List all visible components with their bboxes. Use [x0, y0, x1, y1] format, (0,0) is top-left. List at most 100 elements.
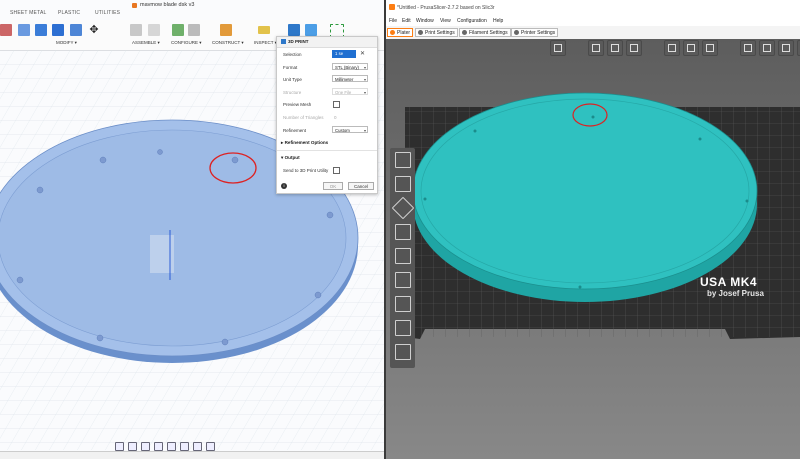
tab-plastic[interactable]: PLASTIC: [58, 10, 80, 16]
refinement-options-label: Refinement Options: [284, 140, 329, 145]
filament-icon: [462, 30, 467, 35]
structure-select: One File: [332, 88, 368, 96]
tab-print-settings[interactable]: Print Settings: [415, 28, 458, 37]
tab-sheet-metal[interactable]: SHEET METAL: [10, 10, 46, 16]
bed-maker-label: by Josef Prusa: [707, 289, 764, 298]
preview-mesh-label: Preview Mesh: [283, 102, 312, 107]
blade-disk-object[interactable]: [412, 92, 758, 302]
construct-menu[interactable]: CONSTRUCT ▾: [212, 40, 244, 46]
print-settings-icon: [418, 30, 423, 35]
3d-print-dialog: 3D PRINT Selection 1 se ✕ Format STL (Bi…: [276, 36, 378, 194]
arrange-icon[interactable]: [626, 40, 642, 56]
menu-file[interactable]: File: [389, 18, 397, 24]
ok-button[interactable]: OK: [323, 182, 343, 190]
triangles-value: 0: [334, 115, 337, 120]
format-label: Format: [283, 65, 298, 70]
3d-scene[interactable]: [385, 39, 800, 459]
configure-table-icon[interactable]: [172, 24, 184, 36]
document-icon: [132, 2, 137, 8]
info-icon[interactable]: i: [281, 183, 287, 189]
assemble-menu[interactable]: ASSEMBLE ▾: [132, 40, 160, 46]
modify-chamfer-icon[interactable]: [35, 24, 47, 36]
tab-plater[interactable]: Plater: [387, 28, 414, 37]
copy-icon[interactable]: [664, 40, 680, 56]
inspect-menu[interactable]: INSPECT ▾: [254, 40, 277, 46]
tab-printer-settings-label: Printer Settings: [521, 29, 556, 36]
layers-icon[interactable]: [759, 40, 775, 56]
assemble-as-built-icon[interactable]: [148, 24, 160, 36]
pan-icon[interactable]: [141, 441, 150, 451]
configure-rule-icon[interactable]: [188, 24, 200, 36]
refinement-label: Refinement: [283, 128, 307, 133]
menu-configuration[interactable]: Configuration: [457, 18, 487, 24]
dialog-title: 3D PRINT: [288, 39, 309, 44]
window-title: *Untitled - PrusaSlicer-2.7.2 based on S…: [397, 5, 495, 11]
search-icon[interactable]: [778, 40, 794, 56]
move-gizmo-icon[interactable]: [395, 152, 411, 168]
seam-paint-icon[interactable]: [395, 296, 411, 312]
refinement-select[interactable]: Custom: [332, 126, 368, 134]
rotate-gizmo-icon[interactable]: [391, 196, 415, 220]
grid-settings-icon[interactable]: [193, 441, 202, 451]
place-on-face-icon[interactable]: [395, 224, 411, 240]
tab-filament-settings[interactable]: Filament Settings: [459, 28, 511, 37]
document-title: mavmow blade dsk v3: [140, 2, 195, 8]
configure-menu[interactable]: CONFIGURE ▾: [171, 40, 202, 46]
construct-plane-icon[interactable]: [220, 24, 232, 36]
document-title-area: mavmow blade dsk v3: [132, 0, 194, 10]
structure-label: Structure: [283, 90, 302, 95]
tab-print-settings-label: Print Settings: [425, 29, 455, 36]
3d-print-icon[interactable]: [288, 24, 300, 36]
send-to-utility-checkbox[interactable]: [333, 167, 340, 174]
viewports-icon[interactable]: [206, 441, 215, 451]
menu-window[interactable]: Window: [416, 18, 434, 24]
fit-icon[interactable]: [167, 441, 176, 451]
modify-shell-icon[interactable]: [52, 24, 64, 36]
modify-fillet-icon[interactable]: [18, 24, 30, 36]
divider: [277, 150, 377, 151]
zoom-icon[interactable]: [154, 441, 163, 451]
modify-press-pull-icon[interactable]: [0, 24, 12, 36]
display-settings-icon[interactable]: [180, 441, 189, 451]
tab-printer-settings[interactable]: Printer Settings: [511, 28, 559, 37]
assemble-joint-icon[interactable]: [130, 24, 142, 36]
split-icon[interactable]: [740, 40, 756, 56]
instances-icon[interactable]: [702, 40, 718, 56]
inspect-measure-icon[interactable]: [258, 26, 270, 34]
emboss-icon[interactable]: [395, 344, 411, 360]
timeline-bar[interactable]: [0, 451, 385, 459]
add-icon[interactable]: [550, 40, 566, 56]
gizmo-toolbar: [390, 148, 415, 368]
fusion-tab-row: SHEET METAL PLASTIC UTILITIES: [0, 10, 385, 20]
format-select[interactable]: STL (Binary): [332, 63, 368, 71]
preview-mesh-checkbox[interactable]: [333, 101, 340, 108]
tab-bar: Plater Print Settings Filament Settings …: [385, 26, 800, 40]
modify-menu[interactable]: MODIFY ▾: [56, 40, 77, 46]
menu-edit[interactable]: Edit: [402, 18, 411, 24]
tab-utilities[interactable]: UTILITIES: [95, 10, 120, 16]
menu-view[interactable]: View: [440, 18, 451, 24]
cancel-button[interactable]: Cancel: [348, 182, 374, 190]
menu-help[interactable]: Help: [493, 18, 503, 24]
output-section[interactable]: ▾ Output: [281, 155, 300, 161]
move-icon[interactable]: ✥: [88, 24, 100, 36]
orbit-icon[interactable]: [115, 441, 124, 451]
unit-type-select[interactable]: Millimeter: [332, 75, 368, 83]
refinement-options-section[interactable]: ▸ Refinement Options: [281, 140, 328, 146]
clear-selection-icon[interactable]: ✕: [360, 50, 365, 57]
scale-gizmo-icon[interactable]: [395, 176, 411, 192]
selection-label: Selection: [283, 52, 302, 57]
measure-icon[interactable]: [395, 320, 411, 336]
fusion-window: mavmow blade dsk v3 SHEET METAL PLASTIC …: [0, 0, 385, 459]
delete-icon[interactable]: [588, 40, 604, 56]
delete-all-icon[interactable]: [607, 40, 623, 56]
modify-combine-icon[interactable]: [70, 24, 82, 36]
paste-icon[interactable]: [683, 40, 699, 56]
unit-type-label: Unit Type: [283, 77, 302, 82]
look-at-icon[interactable]: [128, 441, 137, 451]
menu-bar: File Edit Window View Configuration Help: [385, 16, 800, 26]
support-paint-icon[interactable]: [395, 272, 411, 288]
selection-chip[interactable]: 1 se: [332, 50, 356, 58]
cut-icon[interactable]: [395, 248, 411, 264]
render-icon[interactable]: [305, 24, 317, 36]
